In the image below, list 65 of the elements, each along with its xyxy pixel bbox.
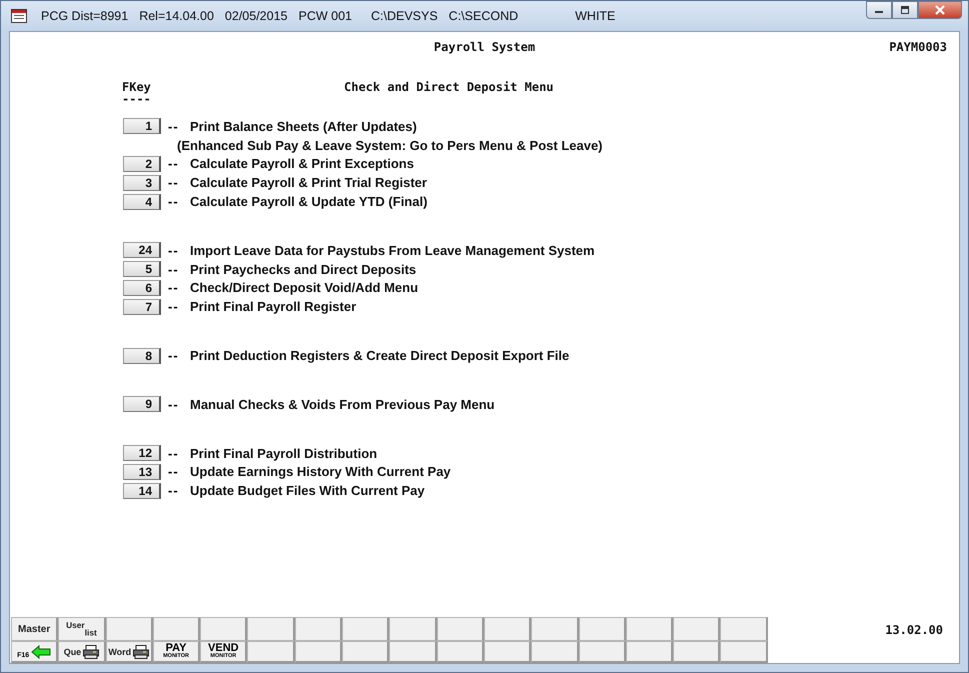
fkey-button[interactable]: 8 [123,348,161,364]
fkey-button[interactable]: 7 [123,298,161,315]
separator-text: -- [168,396,180,412]
separator-text: -- [168,299,180,314]
fkey-button[interactable]: 1 [123,118,161,134]
menu-option: Manual Checks & Voids From Previous Pay Menu [190,396,495,412]
print-key[interactable]: Word [106,641,153,663]
menu-option: Import Leave Data for Paystubs From Leave Management System [190,242,595,258]
separator-text: -- [168,242,180,258]
menu-option: Calculate Payroll & Print Trial Register [190,175,427,190]
fkey-heading: FKey [122,80,152,94]
fkey-button[interactable]: 24 [123,242,161,258]
close-icon [934,5,946,15]
function-key[interactable]: Master [11,617,58,641]
fkey-button[interactable]: 13 [123,464,161,480]
title-text: C:\SECOND [448,9,518,23]
separator-text: -- [168,118,180,134]
separator-text: -- [168,262,180,277]
separator-text: -- [168,194,180,210]
separator-text: -- [168,446,180,461]
minimize-button[interactable] [866,1,892,19]
version-text: 13.02.00 [885,623,943,637]
menu-option: Calculate Payroll & Print Exceptions [190,156,414,172]
system-title: Payroll System [434,40,536,56]
menu-option: Calculate Payroll & Update YTD (Final) [190,194,428,210]
menu-note: (Enhanced Sub Pay & Leave System: Go to Pers Menu & Post Leave) [177,138,603,153]
menu-option: Print Deduction Registers & Create Direct Deposit Export File [190,348,570,364]
heading-underline: ---- [122,94,152,104]
maximize-icon [900,6,910,14]
window-icon [11,9,27,23]
fkey-button[interactable]: 2 [123,156,161,172]
separator-text: -- [168,348,180,364]
separator-text: -- [168,464,180,480]
title-text: PCW 001 [298,9,352,23]
separator-text: -- [168,280,180,296]
title-text: PCG Dist=8991 [41,9,128,23]
menu-option: Print Paychecks and Direct Deposits [190,262,416,277]
printer-icon [133,644,150,658]
separator-text: -- [168,483,180,498]
menu-title: Check and Direct Deposit Menu [344,80,554,96]
fkey-button[interactable]: 5 [123,261,161,278]
fkey-button[interactable]: 12 [123,445,161,462]
fkey-button[interactable]: 4 [123,194,161,210]
title-text: C:\DEVSYS [370,9,438,23]
maximize-button[interactable] [892,1,918,19]
close-button[interactable] [918,1,962,19]
menu-option: Print Final Payroll Register [190,299,356,314]
menu-option: Print Balance Sheets (After Updates) [190,118,417,134]
separator-text: -- [168,156,180,172]
menu-option: Print Final Payroll Distribution [190,446,378,461]
print-key[interactable]: Que [58,641,106,663]
separator-text: -- [168,175,180,190]
menu-option: Update Earnings History With Current Pay [190,464,451,480]
title-text: 02/05/2015 [224,9,288,23]
title-text: WHITE [575,9,616,23]
menu-option: Update Budget Files With Current Pay [190,483,425,498]
printer-icon [83,644,100,658]
menu-option: Check/Direct Deposit Void/Add Menu [190,280,418,296]
fkey-button[interactable]: 6 [123,280,161,296]
fkey-button[interactable]: 14 [123,482,161,499]
fkey-button[interactable]: 9 [123,396,161,412]
arrow-left-icon [31,644,52,658]
fkey-button[interactable]: 3 [123,174,161,191]
screen-id: PAYM0003 [889,40,947,54]
title-text: Rel=14.04.00 [139,9,214,23]
